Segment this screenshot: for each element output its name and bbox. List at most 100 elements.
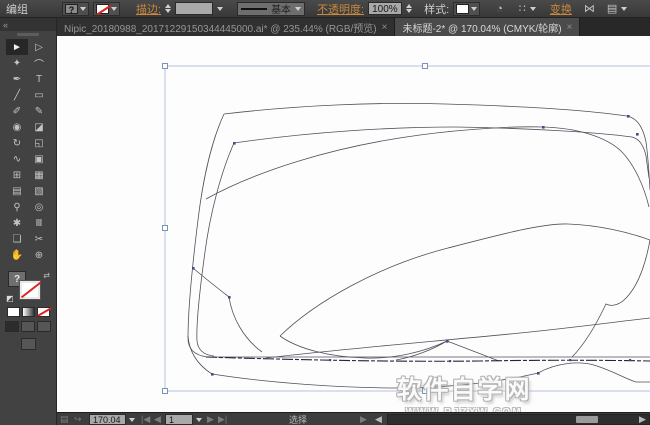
style-label: 样式: [424, 3, 450, 16]
chevron-down-icon[interactable] [529, 6, 536, 11]
last-artboard-button[interactable]: ▶| [218, 413, 227, 425]
car-left-inner-path[interactable] [196, 142, 235, 357]
bumper-path[interactable] [187, 335, 650, 389]
none-button[interactable] [36, 307, 50, 317]
stroke-width-stepper[interactable] [165, 4, 172, 13]
align-icon[interactable]: ⋈ [584, 2, 595, 16]
fill-color-button[interactable]: ? [62, 1, 89, 16]
gradient-button[interactable] [21, 307, 35, 317]
workspace-icon[interactable]: ▤ [607, 2, 617, 16]
selection-bounding-box[interactable] [164, 65, 650, 392]
tab-nipic-document[interactable]: Nipic_20180988_20171229150344445000.ai* … [57, 18, 396, 36]
direct-selection-tool[interactable]: ▷ [28, 39, 50, 55]
car-left-bottom-outer-path[interactable] [187, 113, 650, 359]
magic-wand-tool[interactable]: ✦ [6, 55, 28, 71]
draw-normal-button[interactable] [5, 321, 19, 332]
windshield-bottom-path[interactable] [279, 335, 448, 359]
car-outline-paths[interactable] [187, 103, 650, 389]
transform-panel-link[interactable]: 变换 [550, 1, 572, 17]
pen-tool[interactable]: ✒ [6, 71, 28, 87]
recolor-artwork-icon[interactable]: ◔ [496, 2, 503, 16]
collapse-panel-icon[interactable]: « [3, 20, 8, 30]
windshield-tail-segment[interactable] [446, 340, 500, 362]
artboard-number-field[interactable]: 1 [165, 413, 193, 425]
perspective-grid-tool[interactable]: ▦ [28, 167, 50, 183]
status-bar: ▤ ↪ 170.04 |◀ ◀ 1 ▶ ▶| 选择 ▶ ◀ ▶ [57, 412, 650, 425]
tab-untitled-2-document[interactable]: 未标题-2* @ 170.04% (CMYK/轮廓) × [395, 18, 581, 36]
horizontal-scrollbar[interactable] [387, 414, 650, 425]
type-tool[interactable]: T [28, 71, 50, 87]
fender-path[interactable] [192, 267, 263, 353]
eyedropper-tool[interactable]: ⚲ [6, 199, 28, 215]
first-artboard-button[interactable]: |◀ [141, 413, 150, 425]
horizontal-scrollbar-thumb[interactable] [576, 416, 598, 423]
stroke-width-field[interactable] [175, 2, 214, 15]
mesh-tool[interactable]: ▤ [6, 183, 28, 199]
stroke-color-button[interactable] [93, 1, 120, 16]
scroll-right-arrow[interactable]: ▶ [639, 413, 646, 425]
opacity-stepper[interactable] [406, 4, 413, 13]
rotate-tool[interactable]: ↻ [6, 135, 28, 151]
symbol-sprayer-tool[interactable]: ✱ [6, 215, 28, 231]
close-icon[interactable]: × [567, 22, 573, 33]
stroke-width-dropdown-icon[interactable] [217, 6, 224, 11]
stroke-none-swatch-icon [96, 3, 109, 14]
brush-definition-dropdown[interactable]: 基本 [237, 1, 306, 16]
fill-stroke-indicator: ? ⇄ ◩ [6, 271, 50, 303]
launch-arrow-icon[interactable]: ↪ [74, 413, 82, 425]
car-hood-diagonal-path[interactable] [205, 126, 650, 208]
selected-rocker-path[interactable] [205, 356, 650, 362]
width-tool[interactable]: ∿ [6, 151, 28, 167]
zoom-tool[interactable]: ⊕ [28, 247, 50, 263]
tools-panel-grip[interactable] [17, 33, 39, 36]
windshield-top-path[interactable] [279, 223, 650, 337]
zoom-dropdown-icon[interactable] [129, 413, 135, 425]
car-roof-outer-path[interactable] [223, 103, 650, 191]
scale-tool[interactable]: ◱ [28, 135, 50, 151]
line-segment-tool[interactable]: ╱ [6, 87, 28, 103]
eraser-tool[interactable]: ◪ [28, 119, 50, 135]
selection-tool[interactable]: ► [6, 39, 28, 55]
opacity-panel-link[interactable]: 不透明度: [317, 1, 364, 17]
hand-tool[interactable]: ✋ [6, 247, 28, 263]
opacity-field[interactable]: 100% [368, 2, 403, 15]
draw-behind-button[interactable] [21, 321, 35, 332]
artboard-canvas[interactable]: 软件自学网 WWW.RJZXW.COM [57, 36, 650, 412]
blob-brush-tool[interactable]: ◉ [6, 119, 28, 135]
car-roof-inner-path[interactable] [233, 126, 650, 179]
zoom-level-field[interactable]: 170.04 [89, 413, 126, 425]
gradient-tool[interactable]: ▧ [28, 183, 50, 199]
draw-inside-button[interactable] [37, 321, 51, 332]
close-icon[interactable]: × [382, 22, 388, 33]
pencil-tool[interactable]: ✎ [28, 103, 50, 119]
swap-fill-stroke-icon[interactable]: ⇄ [43, 271, 50, 280]
anchor-points[interactable] [192, 115, 639, 376]
default-fill-stroke-icon[interactable]: ◩ [6, 294, 14, 303]
tools-panel: « ► ▷ ✦ ⌒ ✒ T ╱ ▭ ✐ ✎ ◉ ◪ ↻ ◱ ∿ ▣ ⊞ ▦ ▤ … [0, 18, 57, 425]
body-low-diagonal-path[interactable] [265, 317, 650, 359]
lasso-tool[interactable]: ⌒ [28, 55, 50, 71]
prev-artboard-button[interactable]: ◀ [154, 413, 161, 425]
shape-builder-tool[interactable]: ⊞ [6, 167, 28, 183]
artboard-dropdown-icon[interactable] [196, 413, 202, 425]
scroll-page-icon[interactable]: ▶ [360, 413, 367, 425]
color-button[interactable] [6, 307, 20, 317]
next-artboard-button[interactable]: ▶ [207, 413, 214, 425]
options-grid-icon[interactable]: ∷ [519, 2, 526, 16]
artboard-tool[interactable]: ❏ [6, 231, 28, 247]
paintbrush-tool[interactable]: ✐ [6, 103, 28, 119]
scroll-left-arrow[interactable]: ◀ [375, 413, 382, 425]
screen-mode-button[interactable] [20, 338, 36, 350]
rectangle-tool[interactable]: ▭ [28, 87, 50, 103]
selection-type-label: 编组 [6, 3, 28, 16]
slice-tool[interactable]: ✂ [28, 231, 50, 247]
windshield-right-path[interactable] [571, 239, 650, 358]
style-swatch-button[interactable] [453, 1, 481, 16]
free-transform-tool[interactable]: ▣ [28, 151, 50, 167]
blend-tool[interactable]: ◎ [28, 199, 50, 215]
chevron-down-icon[interactable] [621, 6, 628, 11]
stroke-swatch[interactable] [19, 280, 41, 300]
stroke-panel-link[interactable]: 描边: [136, 1, 161, 17]
document-tab-bar: Nipic_20180988_20171229150344445000.ai* … [57, 18, 650, 36]
column-graph-tool[interactable]: Ⅲ [28, 215, 50, 231]
